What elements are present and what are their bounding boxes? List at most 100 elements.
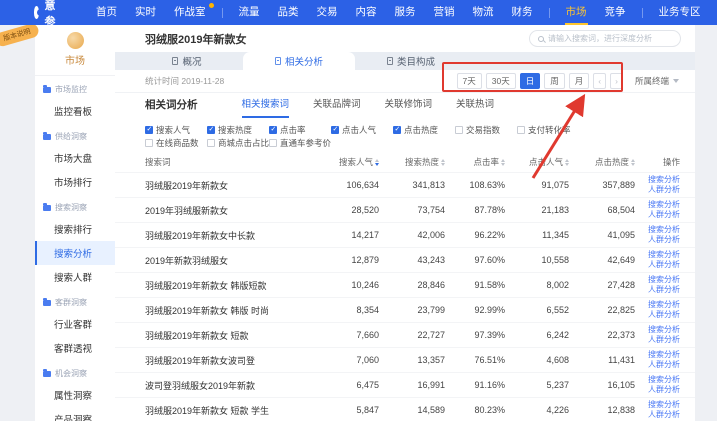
action-link[interactable]: 搜索分析 bbox=[648, 350, 680, 360]
search-input[interactable] bbox=[548, 34, 672, 43]
checkbox-icon[interactable] bbox=[207, 139, 215, 147]
table-row: 羽绒服2019年新款女波司登7,06013,35776.51%4,60811,4… bbox=[115, 347, 695, 372]
nav-item-9[interactable]: 营销 bbox=[425, 0, 464, 25]
nav-item-5[interactable]: 品类 bbox=[269, 0, 308, 25]
action-link[interactable]: 人群分析 bbox=[648, 235, 680, 245]
metric-filter[interactable]: 点击率 bbox=[269, 124, 331, 136]
sidebar-item[interactable]: 搜索排行 bbox=[35, 217, 115, 241]
range-nav-button[interactable]: › bbox=[610, 73, 623, 89]
nav-item-label: 首页 bbox=[96, 6, 117, 18]
sidebar-item[interactable]: 属性洞察 bbox=[35, 383, 115, 407]
search-box[interactable] bbox=[529, 30, 681, 47]
action-link[interactable]: 人群分析 bbox=[648, 210, 680, 220]
range-nav-button[interactable]: ‹ bbox=[593, 73, 606, 89]
metric-filter[interactable]: 直通车参考价 bbox=[269, 137, 331, 149]
checkbox-icon[interactable] bbox=[517, 126, 525, 134]
column-header[interactable]: 搜索热度 bbox=[379, 156, 445, 168]
nav-item-10[interactable]: 物流 bbox=[464, 0, 503, 25]
app-logo[interactable]: 生意参谋 bbox=[34, 0, 63, 45]
nav-item-13[interactable]: 市场 bbox=[557, 0, 596, 25]
sidebar-item[interactable]: 市场排行 bbox=[35, 170, 115, 194]
action-link[interactable]: 搜索分析 bbox=[648, 325, 680, 335]
sidebar-item[interactable]: 搜索分析 bbox=[35, 241, 115, 265]
stats-time-value: 2019-11-28 bbox=[181, 76, 224, 86]
column-header[interactable]: 点击人气 bbox=[505, 156, 569, 168]
nav-item-16[interactable]: 业务专区 bbox=[650, 0, 710, 25]
metric-filter[interactable]: 搜索热度 bbox=[207, 124, 269, 136]
nav-item-7[interactable]: 内容 bbox=[347, 0, 386, 25]
nav-item-11[interactable]: 财务 bbox=[503, 0, 542, 25]
sidebar-item[interactable]: 客群透视 bbox=[35, 336, 115, 360]
metric-filter[interactable]: 点击人气 bbox=[331, 124, 393, 136]
metric-filter-label: 商城点击占比 bbox=[218, 137, 269, 149]
sidebar-item[interactable]: 产品洞察 bbox=[35, 407, 115, 421]
metric-filter[interactable]: 商城点击占比 bbox=[207, 137, 269, 149]
range-button[interactable]: 30天 bbox=[486, 73, 516, 89]
sidebar-item[interactable]: 行业客群 bbox=[35, 312, 115, 336]
action-link[interactable]: 人群分析 bbox=[648, 310, 680, 320]
metric-value-cell: 6,242 bbox=[505, 330, 569, 340]
action-link[interactable]: 人群分析 bbox=[648, 360, 680, 370]
action-link[interactable]: 搜索分析 bbox=[648, 175, 680, 185]
range-button[interactable]: 周 bbox=[544, 73, 565, 89]
top-navbar: 生意参谋 首页实时作战室流量品类交易内容服务营销物流财务市场竞争业务专区取数人群… bbox=[0, 0, 717, 25]
word-tab[interactable]: 相关搜索词 bbox=[242, 96, 290, 118]
range-button[interactable]: 月 bbox=[569, 73, 590, 89]
metric-filter[interactable]: 在线商品数 bbox=[145, 137, 207, 149]
checkbox-icon[interactable] bbox=[145, 139, 153, 147]
page-tab[interactable]: 相关分析 bbox=[243, 52, 355, 70]
action-link[interactable]: 人群分析 bbox=[648, 260, 680, 270]
action-link[interactable]: 搜索分析 bbox=[648, 225, 680, 235]
action-link[interactable]: 人群分析 bbox=[648, 335, 680, 345]
nav-item-6[interactable]: 交易 bbox=[308, 0, 347, 25]
column-header[interactable]: 搜索人气 bbox=[313, 156, 379, 168]
checkbox-icon[interactable] bbox=[269, 139, 277, 147]
word-tab[interactable]: 关联修饰词 bbox=[385, 96, 433, 118]
action-link[interactable]: 搜索分析 bbox=[648, 375, 680, 385]
metric-filter[interactable]: 搜索人气 bbox=[145, 124, 207, 136]
sidebar-section-label: 市场监控 bbox=[55, 84, 87, 95]
column-header: 操作 bbox=[635, 156, 680, 168]
action-link[interactable]: 人群分析 bbox=[648, 385, 680, 395]
metric-filter[interactable]: 交易指数 bbox=[455, 124, 517, 136]
checkbox-icon[interactable] bbox=[393, 126, 401, 134]
sidebar-item[interactable]: 监控看板 bbox=[35, 99, 115, 123]
checkbox-icon[interactable] bbox=[455, 126, 463, 134]
column-header[interactable]: 点击热度 bbox=[569, 156, 635, 168]
action-link[interactable]: 人群分析 bbox=[648, 185, 680, 195]
range-button[interactable]: 日 bbox=[520, 73, 541, 89]
nav-item-label: 财务 bbox=[512, 6, 533, 18]
action-link[interactable]: 人群分析 bbox=[648, 285, 680, 295]
word-tab[interactable]: 关联品牌词 bbox=[313, 96, 361, 118]
action-link[interactable]: 搜索分析 bbox=[648, 200, 680, 210]
checkbox-icon[interactable] bbox=[145, 126, 153, 134]
page-tab[interactable]: 概况 bbox=[131, 52, 243, 70]
column-header[interactable]: 点击率 bbox=[445, 156, 505, 168]
terminal-filter-dropdown[interactable]: 所属终端 bbox=[635, 75, 679, 87]
metric-value-cell: 97.39% bbox=[445, 330, 505, 340]
nav-item-14[interactable]: 竞争 bbox=[596, 0, 635, 25]
metric-value-cell: 8,002 bbox=[505, 280, 569, 290]
metric-filter[interactable]: 支付转化率 bbox=[517, 124, 579, 136]
table-row: 波司登羽绒服女2019年新款6,47516,99191.16%5,23716,1… bbox=[115, 372, 695, 397]
checkbox-icon[interactable] bbox=[269, 126, 277, 134]
nav-item-2[interactable]: 作战室 bbox=[165, 0, 215, 25]
action-link[interactable]: 搜索分析 bbox=[648, 250, 680, 260]
action-link[interactable]: 搜索分析 bbox=[648, 300, 680, 310]
action-link[interactable]: 人群分析 bbox=[648, 410, 680, 420]
action-link[interactable]: 搜索分析 bbox=[648, 275, 680, 285]
checkbox-icon[interactable] bbox=[331, 126, 339, 134]
nav-item-1[interactable]: 实时 bbox=[126, 0, 165, 25]
sidebar-item[interactable]: 搜索人群 bbox=[35, 265, 115, 289]
nav-item-4[interactable]: 流量 bbox=[230, 0, 269, 25]
table-body: 羽绒服2019年新款女106,634341,813108.63%91,07535… bbox=[115, 172, 695, 421]
range-button[interactable]: 7天 bbox=[457, 73, 482, 89]
page-tab[interactable]: 类目构成 bbox=[355, 52, 467, 70]
nav-item-8[interactable]: 服务 bbox=[386, 0, 425, 25]
sidebar-item[interactable]: 市场大盘 bbox=[35, 146, 115, 170]
checkbox-icon[interactable] bbox=[207, 126, 215, 134]
word-tab[interactable]: 关联热词 bbox=[456, 96, 494, 118]
metric-filter[interactable]: 点击热度 bbox=[393, 124, 455, 136]
nav-item-0[interactable]: 首页 bbox=[87, 0, 126, 25]
action-link[interactable]: 搜索分析 bbox=[648, 400, 680, 410]
